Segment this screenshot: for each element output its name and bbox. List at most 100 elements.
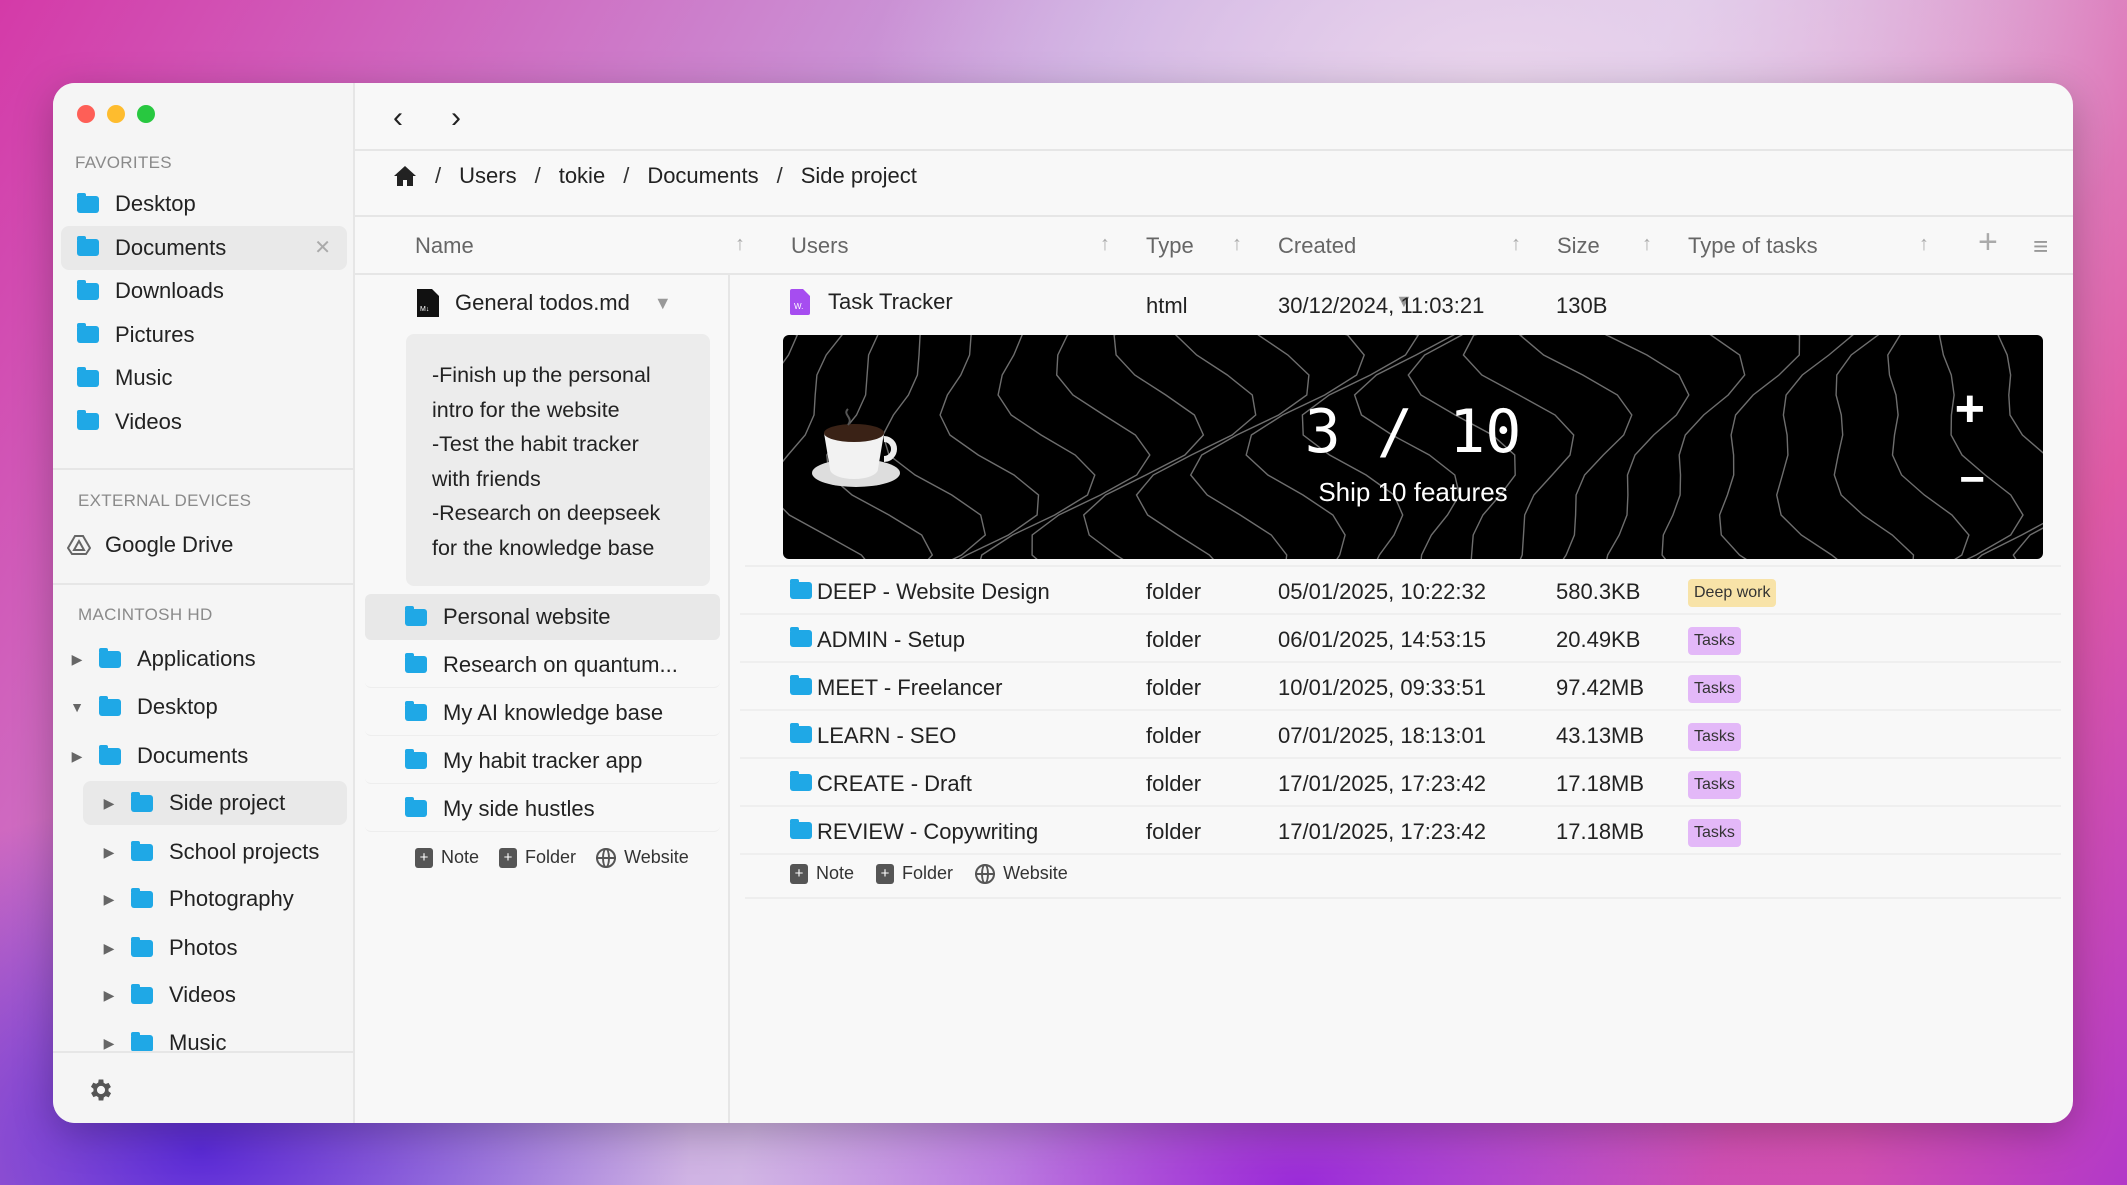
add-folder-icon: + <box>876 864 894 884</box>
sort-arrow-icon[interactable]: ↑ <box>1100 233 1110 256</box>
column-header-created[interactable]: Created <box>1278 233 1356 259</box>
tree-item-side-project[interactable]: ▶Side project <box>83 781 347 825</box>
task-type-badge[interactable]: Tasks <box>1688 723 1741 751</box>
collapsed-arrow-icon[interactable]: ▶ <box>69 748 85 765</box>
tree-item-school-projects[interactable]: ▶School projects <box>83 830 347 874</box>
collapsed-arrow-icon[interactable]: ▶ <box>101 891 117 908</box>
remove-favorite-icon[interactable]: ✕ <box>314 235 331 260</box>
folder-icon <box>405 704 427 721</box>
dropdown-caret-icon[interactable]: ▼ <box>654 293 672 314</box>
collapsed-arrow-icon[interactable]: ▶ <box>69 651 85 668</box>
note-preview[interactable]: -Finish up the personal intro for the we… <box>406 334 710 586</box>
collapsed-arrow-icon[interactable]: ▶ <box>101 1035 117 1052</box>
table-row[interactable]: MEET - Freelancer folder 10/01/2025, 09:… <box>740 663 2061 711</box>
close-button[interactable] <box>77 105 95 123</box>
back-button[interactable]: ‹ <box>393 101 403 135</box>
sidebar-item-desktop[interactable]: Desktop <box>61 182 347 226</box>
expanded-arrow-icon[interactable]: ▼ <box>69 699 85 715</box>
folder-icon <box>99 651 121 668</box>
breadcrumb-documents[interactable]: Documents <box>647 163 758 189</box>
progress-count: 3 / 10 <box>783 397 2043 467</box>
tree-item-music[interactable]: ▶Music <box>83 1021 347 1065</box>
sort-arrow-icon[interactable]: ↑ <box>1642 233 1652 256</box>
table-row[interactable]: DEEP - Website Design folder 05/01/2025,… <box>740 567 2061 615</box>
tree-item-applications[interactable]: ▶Applications <box>61 637 347 681</box>
list-item[interactable]: Personal website <box>365 594 720 640</box>
file-general-todos[interactable]: M↓ General todos.md ▼ <box>417 289 672 317</box>
tree-item-photos[interactable]: ▶Photos <box>83 926 347 970</box>
sort-arrow-icon[interactable]: ↑ <box>1511 233 1521 256</box>
favorites-label: FAVORITES <box>75 153 172 173</box>
folder-icon <box>405 656 427 673</box>
add-folder-button[interactable]: Folder <box>902 863 953 884</box>
table-area: W. Task Tracker ▼ html 30/12/2024, 11:03… <box>730 275 2073 1123</box>
task-type-badge[interactable]: Tasks <box>1688 819 1741 847</box>
add-website-button[interactable]: Website <box>624 847 689 868</box>
tree-item-photography[interactable]: ▶Photography <box>83 877 347 921</box>
sort-arrow-icon[interactable]: ↑ <box>735 233 745 256</box>
task-type-badge[interactable]: Tasks <box>1688 675 1741 703</box>
middle-footer: +Note +Folder Website <box>415 847 689 868</box>
collapsed-arrow-icon[interactable]: ▶ <box>101 795 117 812</box>
folder-icon <box>77 283 99 300</box>
settings-gear-icon[interactable] <box>87 1076 115 1104</box>
sidebar-item-documents[interactable]: Documents✕ <box>61 226 347 270</box>
table-footer: +Note +Folder Website <box>790 863 1068 884</box>
breadcrumb-tokie[interactable]: tokie <box>559 163 605 189</box>
task-type-badge[interactable]: Tasks <box>1688 771 1741 799</box>
forward-button[interactable]: › <box>451 101 461 135</box>
column-header-size[interactable]: Size <box>1557 233 1600 259</box>
list-item[interactable]: My AI knowledge base <box>365 690 720 736</box>
column-header-type[interactable]: Type <box>1146 233 1194 259</box>
collapsed-arrow-icon[interactable]: ▶ <box>101 987 117 1004</box>
folder-icon <box>77 239 99 256</box>
table-row[interactable]: CREATE - Draft folder 17/01/2025, 17:23:… <box>740 759 2061 807</box>
increment-button[interactable]: + <box>1955 379 1985 439</box>
collapsed-arrow-icon[interactable]: ▶ <box>101 940 117 957</box>
sidebar-item-google-drive[interactable]: Google Drive <box>67 523 353 567</box>
list-item[interactable]: My side hustles <box>365 786 720 832</box>
list-item[interactable]: Research on quantum... <box>365 642 720 688</box>
sidebar-item-pictures[interactable]: Pictures <box>61 313 347 357</box>
folder-icon <box>131 795 153 812</box>
progress-widget: 3 / 10 Ship 10 features + − <box>783 335 2043 559</box>
table-row[interactable]: REVIEW - Copywriting folder 17/01/2025, … <box>740 807 2061 855</box>
add-folder-button[interactable]: Folder <box>525 847 576 868</box>
table-row[interactable]: LEARN - SEO folder 07/01/2025, 18:13:01 … <box>740 711 2061 759</box>
folder-icon <box>790 822 812 839</box>
sort-arrow-icon[interactable]: ↑ <box>1919 233 1929 256</box>
row-task-tracker[interactable]: W. Task Tracker <box>790 289 953 315</box>
sort-arrow-icon[interactable]: ↑ <box>1232 233 1242 256</box>
task-type-badge[interactable]: Deep work <box>1688 579 1776 607</box>
collapsed-arrow-icon[interactable]: ▶ <box>101 844 117 861</box>
list-item[interactable]: My habit tracker app <box>365 738 720 784</box>
breadcrumb-side-project[interactable]: Side project <box>801 163 917 189</box>
table-row[interactable]: ADMIN - Setup folder 06/01/2025, 14:53:1… <box>740 615 2061 663</box>
add-note-button[interactable]: Note <box>441 847 479 868</box>
add-column-plus-icon[interactable]: + <box>1978 223 1998 262</box>
folder-icon <box>77 370 99 387</box>
add-website-button[interactable]: Website <box>1003 863 1068 884</box>
sidebar-item-music[interactable]: Music <box>61 356 347 400</box>
menu-icon[interactable]: ≡ <box>2033 231 2048 262</box>
column-header-users[interactable]: Users <box>791 233 848 259</box>
task-type-badge[interactable]: Tasks <box>1688 627 1741 655</box>
tree-item-videos[interactable]: ▶Videos <box>83 973 347 1017</box>
sidebar-item-videos[interactable]: Videos <box>61 400 347 444</box>
tree-item-desktop[interactable]: ▼Desktop <box>61 685 347 729</box>
folder-icon <box>405 800 427 817</box>
sidebar-item-downloads[interactable]: Downloads <box>61 269 347 313</box>
maximize-button[interactable] <box>137 105 155 123</box>
column-header-name[interactable]: Name <box>415 233 474 259</box>
main-pane: ‹ › /Users /tokie /Documents /Side proje… <box>355 83 2073 1123</box>
folder-icon <box>790 726 812 743</box>
folder-icon <box>405 752 427 769</box>
breadcrumb-users[interactable]: Users <box>459 163 516 189</box>
tree-item-documents[interactable]: ▶Documents <box>61 734 347 778</box>
folder-icon <box>99 699 121 716</box>
column-header-type-of-tasks[interactable]: Type of tasks <box>1688 233 1818 259</box>
home-icon[interactable] <box>393 165 417 187</box>
minimize-button[interactable] <box>107 105 125 123</box>
decrement-button[interactable]: − <box>1959 455 1985 505</box>
add-note-button[interactable]: Note <box>816 863 854 884</box>
